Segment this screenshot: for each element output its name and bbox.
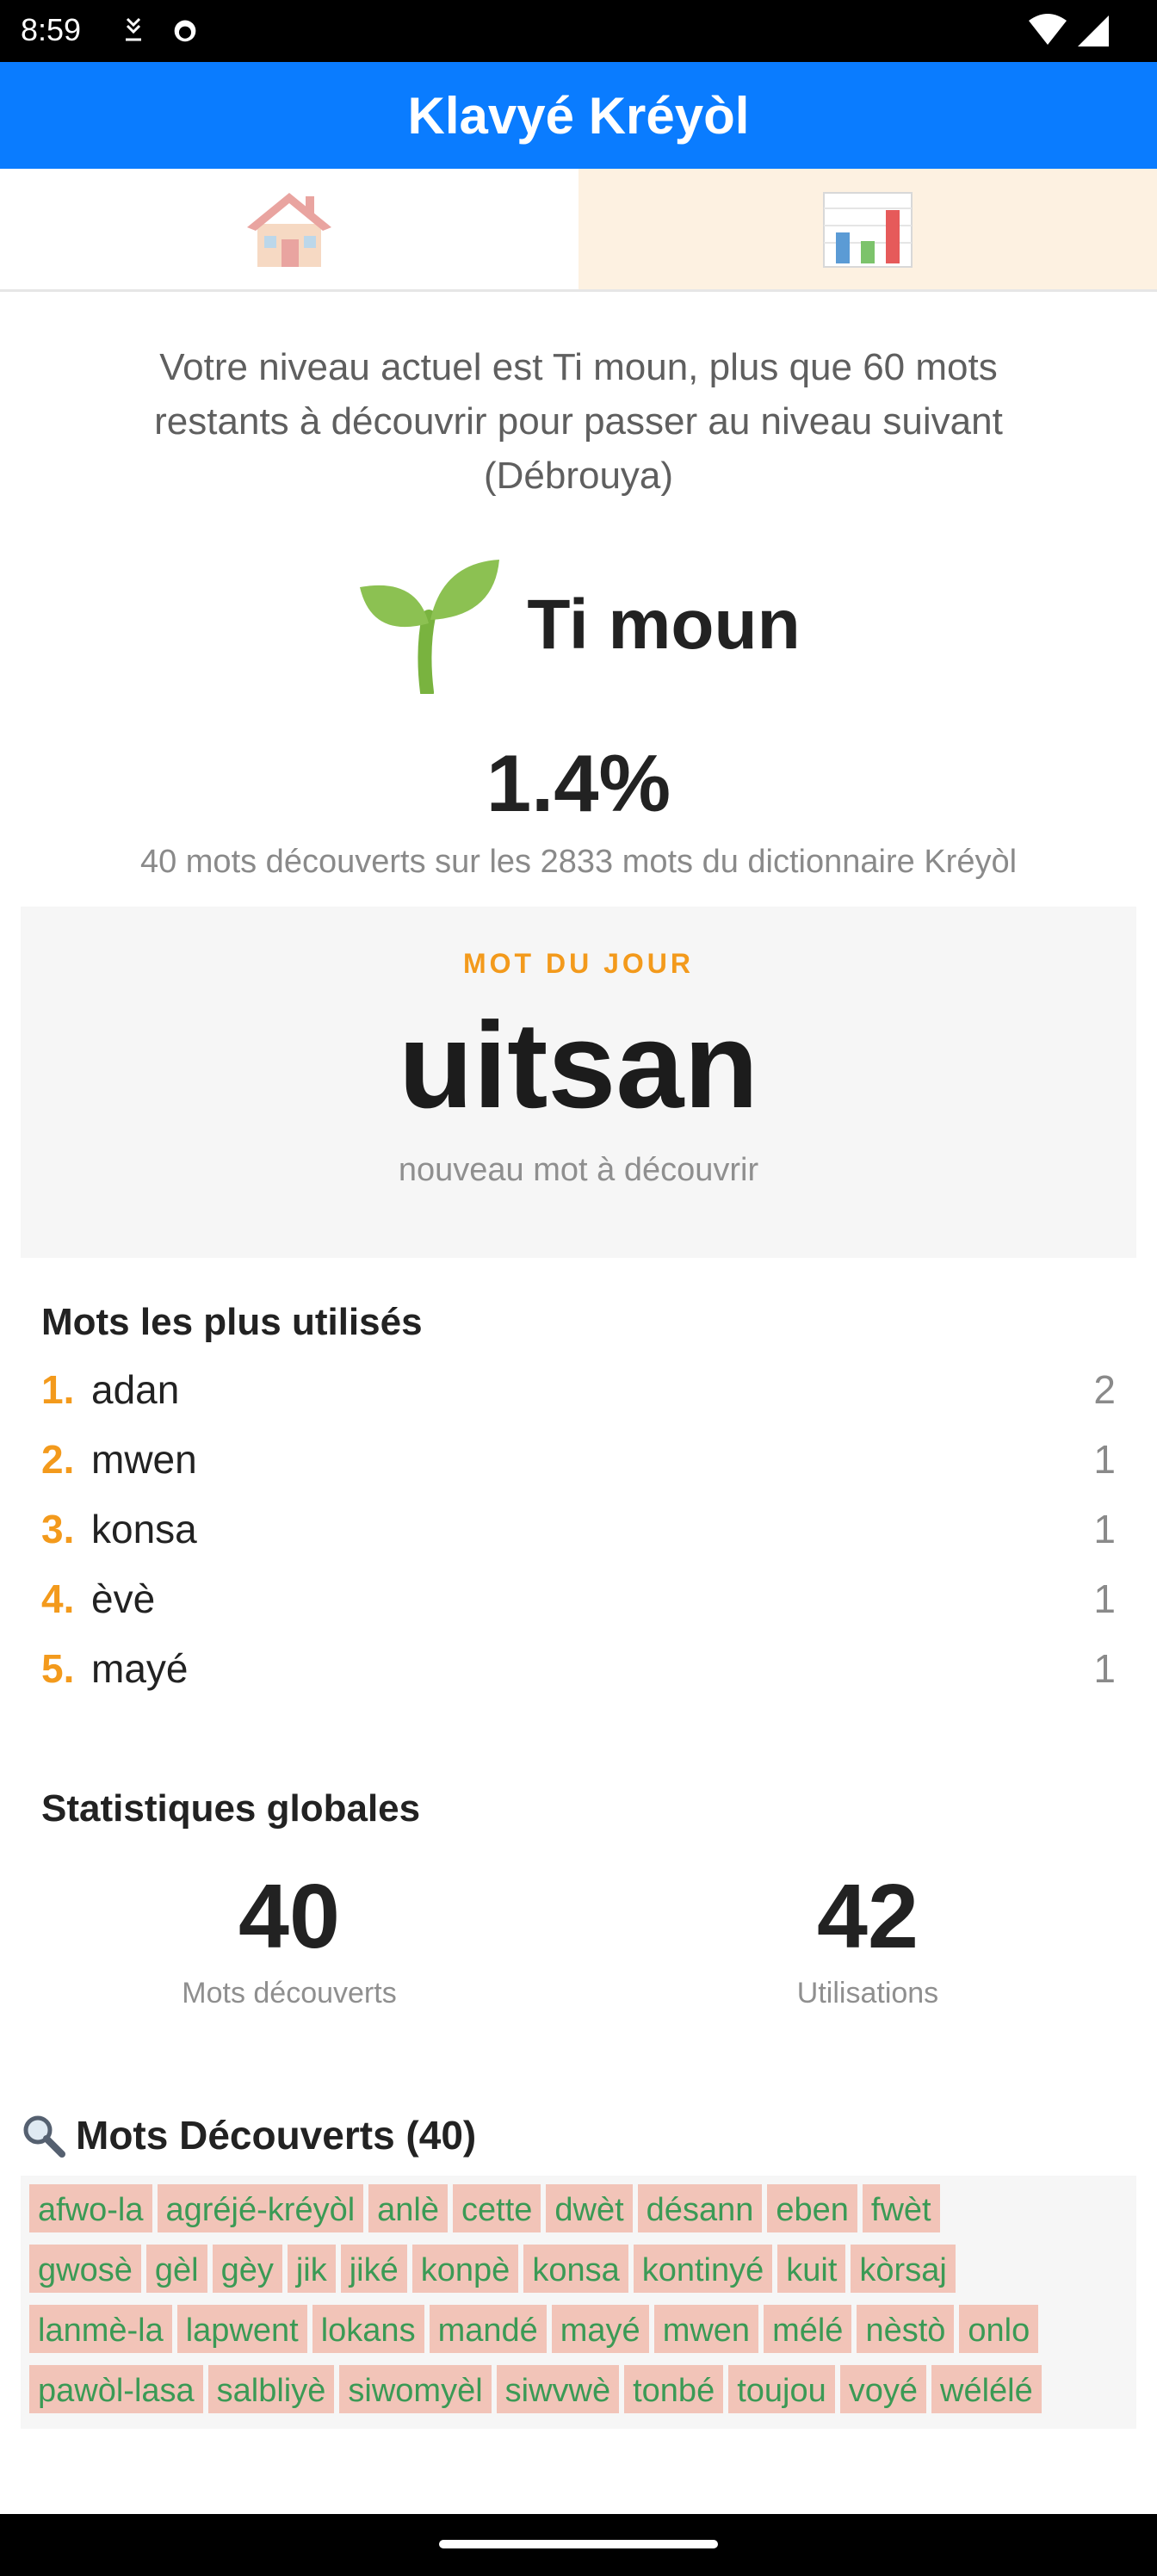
global-stats: 40 Mots découverts 42 Utilisations <box>0 1865 1157 2010</box>
word-chip[interactable]: désann <box>637 2184 763 2232</box>
word-chip[interactable]: nèstò <box>857 2305 955 2353</box>
word-chip[interactable]: konpè <box>411 2245 519 2293</box>
word-chip[interactable]: gèy <box>212 2245 282 2293</box>
stat-discovered: 40 Mots découverts <box>0 1865 578 2010</box>
word-text: èvè <box>91 1576 156 1621</box>
word-chip[interactable]: siwvwè <box>496 2365 620 2413</box>
word-chip[interactable]: lapwent <box>176 2305 307 2353</box>
word-chip[interactable]: fwèt <box>862 2184 940 2232</box>
list-item: 1. adan 2 <box>41 1354 1116 1424</box>
stat-uses: 42 Utilisations <box>578 1865 1157 2010</box>
word-chip[interactable]: agréjé-kréyòl <box>157 2184 364 2232</box>
top-words-list: 1. adan 2 2. mwen 1 3. konsa 1 4. èvè 1 … <box>41 1354 1116 1703</box>
word-chip[interactable]: lokans <box>312 2305 424 2353</box>
app-notification-icon <box>174 20 196 42</box>
home-gesture-handle[interactable] <box>439 2540 718 2548</box>
level-intro-text: Votre niveau actuel est Ti moun, plus qu… <box>154 346 1003 497</box>
app-bar: Klavyé Kréyòl <box>0 62 1157 169</box>
word-chip[interactable]: gèl <box>145 2245 207 2293</box>
stat-value: 42 <box>817 1866 919 1967</box>
tab-bar <box>0 169 1157 292</box>
word-chip[interactable]: gwosè <box>29 2245 141 2293</box>
bar-chart-icon <box>823 192 913 268</box>
word-chip[interactable]: tonbé <box>624 2365 724 2413</box>
word-chip[interactable]: jiké <box>340 2245 407 2293</box>
word-chip[interactable]: jik <box>287 2245 336 2293</box>
word-of-day-word: uitsan <box>398 997 759 1134</box>
word-chip[interactable]: kontinyé <box>633 2245 773 2293</box>
rank-number: 5. <box>41 1645 75 1691</box>
stats-content: Votre niveau actuel est Ti moun, plus qu… <box>0 292 1157 2429</box>
tab-stats[interactable] <box>578 169 1157 289</box>
word-chip[interactable]: kòrsaj <box>851 2245 956 2293</box>
app-title: Klavyé Kréyòl <box>407 86 750 145</box>
word-chip[interactable]: onlo <box>959 2305 1039 2353</box>
status-time: 8:59 <box>21 12 82 47</box>
word-chip[interactable]: siwomyèl <box>339 2365 492 2413</box>
signal-icon <box>1078 15 1109 46</box>
chip-row: pawòl-lasa salbliyè siwomyèl siwvwè tonbé tou… <box>29 2365 1128 2413</box>
word-count: 1 <box>1093 1645 1116 1691</box>
word-chip[interactable]: wélélé <box>931 2365 1042 2413</box>
download-icon <box>126 17 141 41</box>
word-chip[interactable]: mwen <box>653 2305 759 2353</box>
word-chip[interactable]: eben <box>767 2184 857 2232</box>
list-item: 3. konsa 1 <box>41 1494 1116 1564</box>
progress-subtitle: 40 mots découverts sur les 2833 mots du … <box>139 844 1018 880</box>
word-of-day-hint: nouveau mot à découvrir <box>398 1152 759 1188</box>
word-text: mayé <box>91 1645 189 1691</box>
word-chip[interactable]: mandé <box>429 2305 547 2353</box>
word-chip[interactable]: cette <box>453 2184 541 2232</box>
word-count: 1 <box>1093 1506 1116 1551</box>
word-of-day-card[interactable]: MOT DU JOUR uitsan nouveau mot à découvr… <box>21 907 1136 1258</box>
house-icon <box>247 193 331 267</box>
word-chip[interactable]: kuit <box>777 2245 846 2293</box>
discovered-words-grid: afwo-la agréjé-kréyòl anlè cette dwèt désann e… <box>21 2176 1136 2429</box>
word-chip[interactable]: lanmè-la <box>29 2305 172 2353</box>
stat-label: Utilisations <box>796 1977 939 2009</box>
word-text: adan <box>91 1366 180 1412</box>
level-display: Ti moun <box>0 556 1157 694</box>
list-item: 5. mayé 1 <box>41 1633 1116 1703</box>
word-text: mwen <box>91 1436 197 1482</box>
rank-number: 4. <box>41 1576 75 1621</box>
rank-number: 2. <box>41 1436 75 1482</box>
word-chip[interactable]: dwèt <box>546 2184 633 2232</box>
system-nav-bar <box>0 2514 1157 2576</box>
stat-label: Mots découverts <box>182 1977 397 2009</box>
rank-number: 1. <box>41 1366 75 1412</box>
word-count: 1 <box>1093 1436 1116 1482</box>
word-chip[interactable]: salbliyè <box>207 2365 335 2413</box>
word-of-day-label: MOT DU JOUR <box>463 948 694 979</box>
discovered-words-title: Mots Découverts (40) <box>76 2113 477 2158</box>
discovered-words-header: Mots Découverts (40) <box>21 2112 1136 2158</box>
seedling-icon <box>360 560 500 694</box>
chip-row: lanmè-la lapwent lokans mandé mayé mwen mélé nè… <box>29 2305 1128 2353</box>
wifi-icon <box>1029 14 1067 45</box>
progress-percent: 1.4% <box>486 738 671 828</box>
chip-row: gwosè gèl gèy jik jiké konpè konsa kontinyé kuit… <box>29 2245 1128 2293</box>
rank-number: 3. <box>41 1506 75 1551</box>
word-chip[interactable]: toujou <box>728 2365 835 2413</box>
stat-value: 40 <box>238 1866 340 1967</box>
word-chip[interactable]: voyé <box>839 2365 927 2413</box>
top-words-title: Mots les plus utilisés <box>41 1301 423 1343</box>
word-text: konsa <box>91 1506 197 1551</box>
level-name: Ti moun <box>527 585 801 664</box>
list-item: 4. èvè 1 <box>41 1564 1116 1633</box>
status-bar: 8:59 <box>0 0 1157 62</box>
word-count: 2 <box>1093 1366 1116 1412</box>
word-chip[interactable]: mayé <box>551 2305 649 2353</box>
global-stats-title: Statistiques globales <box>41 1787 421 1830</box>
word-count: 1 <box>1093 1576 1116 1621</box>
word-chip[interactable]: konsa <box>523 2245 628 2293</box>
word-chip[interactable]: anlè <box>368 2184 448 2232</box>
list-item: 2. mwen 1 <box>41 1424 1116 1494</box>
tab-home[interactable] <box>0 169 578 289</box>
chip-row: afwo-la agréjé-kréyòl anlè cette dwèt désann e… <box>29 2184 1128 2232</box>
word-chip[interactable]: afwo-la <box>29 2184 152 2232</box>
word-chip[interactable]: mélé <box>764 2305 852 2353</box>
word-chip[interactable]: pawòl-lasa <box>29 2365 203 2413</box>
magnifier-icon <box>23 2115 65 2158</box>
